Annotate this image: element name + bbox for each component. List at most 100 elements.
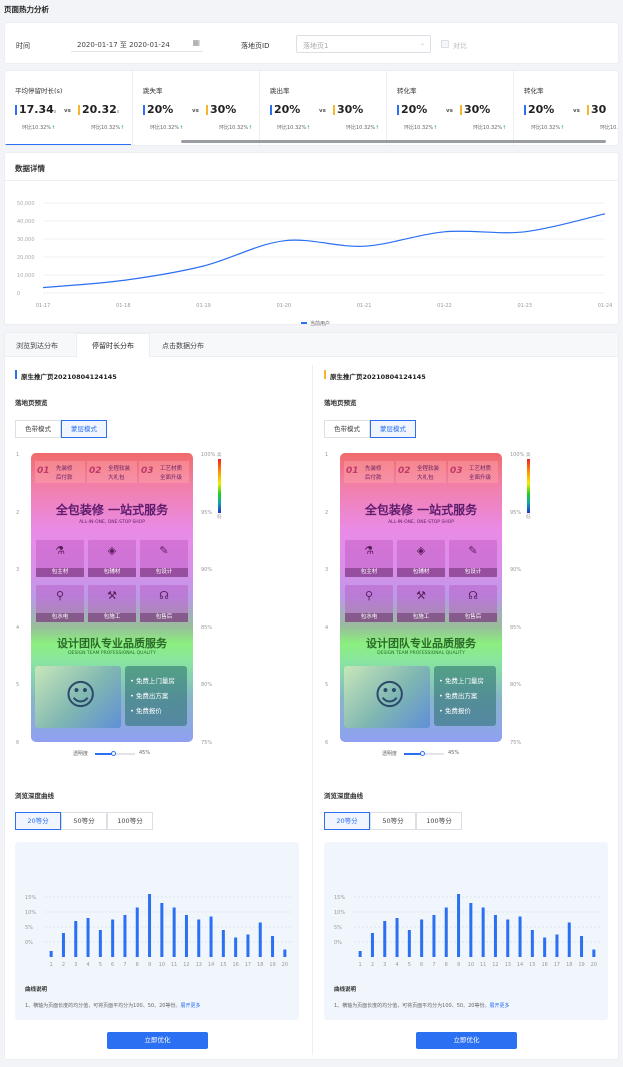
horizontal-scrollbar[interactable] bbox=[181, 140, 606, 143]
service-tile: ☊ 包售后 bbox=[140, 585, 188, 622]
opacity-slider-handle[interactable] bbox=[420, 751, 425, 756]
x-tick-label: 7 bbox=[432, 962, 435, 968]
kpi-vs: vs bbox=[446, 108, 453, 114]
opacity-slider[interactable] bbox=[95, 751, 135, 756]
kpi-card[interactable]: 转化率 20% vs 30% 环比10.32%↑ 环比10.32%↑ bbox=[386, 71, 512, 145]
kpi-current: 20% bbox=[270, 103, 300, 116]
expand-more-link[interactable]: 展开更多 bbox=[489, 1003, 509, 1009]
left-axis-tick: 4 bbox=[325, 624, 329, 631]
service-label: 包施工 bbox=[397, 613, 445, 622]
team-headline: 设计团队专业品质服务 bbox=[57, 637, 167, 650]
perk-text: 免费上门量房 bbox=[135, 677, 175, 685]
right-axis-tick: 90% bbox=[510, 567, 522, 574]
x-tick-label: 14 bbox=[208, 962, 214, 968]
promo-line2: 大礼包 bbox=[417, 475, 434, 481]
service-label: 包水电 bbox=[345, 613, 393, 622]
depth-bar bbox=[493, 915, 497, 957]
time-label: 时间 bbox=[16, 42, 30, 50]
mask-mode-button[interactable]: 蒙层模式 bbox=[61, 420, 107, 438]
split-20-button[interactable]: 20等分 bbox=[324, 812, 370, 830]
mask-mode-button[interactable]: 蒙层模式 bbox=[370, 420, 416, 438]
landing-select[interactable]: 落地页1 ⌄ bbox=[296, 35, 431, 53]
kpi-card[interactable]: 跳失率 20% vs 30% 环比10.32%↑ 环比10.32%↑ bbox=[132, 71, 258, 145]
expand-more-link[interactable]: 展开更多 bbox=[180, 1003, 200, 1009]
kpi-change-compare: 环比10.32%↑ bbox=[219, 124, 252, 131]
promo-badge: 02 全程软装 大礼包 bbox=[87, 461, 137, 483]
date-range-text: 2020-01-17 至 2020-01-24 bbox=[77, 41, 170, 49]
perks-box: • 免费上门量房 • 免费出方案 • 免费报价 bbox=[125, 666, 187, 726]
current-marker bbox=[143, 105, 145, 115]
kpi-current: 20% bbox=[397, 103, 427, 116]
depth-bar bbox=[148, 894, 152, 957]
panel-accent bbox=[324, 370, 326, 379]
compare-checkbox[interactable] bbox=[441, 40, 449, 48]
split-50-button[interactable]: 50等分 bbox=[61, 812, 107, 830]
left-axis-tick: 2 bbox=[325, 509, 329, 516]
band-mode-button[interactable]: 色带模式 bbox=[15, 420, 61, 438]
opacity-slider-handle[interactable] bbox=[111, 751, 116, 756]
legend-high: 高 bbox=[217, 453, 222, 458]
kpi-compare: 20.32s bbox=[78, 103, 119, 116]
kpi-change-text: 环比10.32% bbox=[277, 125, 307, 131]
arrow-up-icon: ↑ bbox=[120, 125, 125, 131]
depth-bar bbox=[111, 919, 115, 957]
split-50-button[interactable]: 50等分 bbox=[370, 812, 416, 830]
x-tick-label: 16 bbox=[232, 962, 238, 968]
optimize-button[interactable]: 立即优化 bbox=[416, 1032, 517, 1049]
x-tick-label: 5 bbox=[408, 962, 411, 968]
kpi-card[interactable]: 跳出率 20% vs 30% 环比10.32%↑ 环比10.32%↑ bbox=[259, 71, 385, 145]
right-axis-tick: 100% bbox=[201, 452, 216, 458]
right-axis-tick: 75% bbox=[201, 740, 213, 746]
service-tile: ⚲ 包水电 bbox=[36, 585, 84, 622]
depth-bar bbox=[580, 936, 584, 957]
kpi-strip: 平均停留时长(s) 17.34s vs 20.32s 环比10.32%↑ 环比1… bbox=[4, 70, 619, 146]
kpi-change-compare: 环比10.32%↑ bbox=[473, 124, 506, 131]
date-range-picker[interactable]: 2020-01-17 至 2020-01-24 ▦ bbox=[71, 36, 203, 52]
y-tick-label: 0% bbox=[334, 940, 342, 946]
filter-bar: 时间 2020-01-17 至 2020-01-24 ▦ 落地页ID 落地页1 … bbox=[4, 22, 619, 64]
x-tick-label: 15 bbox=[220, 962, 226, 968]
team-photo: ☺ bbox=[344, 666, 430, 728]
right-axis-tick: 100% bbox=[510, 452, 525, 458]
optimize-button[interactable]: 立即优化 bbox=[107, 1032, 208, 1049]
band-mode-button[interactable]: 色带模式 bbox=[324, 420, 370, 438]
service-icon: ✎ bbox=[468, 544, 478, 557]
depth-chart-box: 15% 10% 5% 0% 1 2 3 4 5 6 7 8 9 10 11 12 13 14 15 16 17 18 19 2… bbox=[324, 842, 608, 1020]
right-axis-tick: 80% bbox=[201, 682, 213, 689]
left-axis-tick: 5 bbox=[16, 682, 20, 689]
left-axis-tick: 4 bbox=[16, 624, 20, 631]
x-tick-label: 01-24 bbox=[598, 303, 613, 309]
split-100-button[interactable]: 100等分 bbox=[416, 812, 462, 830]
kpi-card[interactable]: 平均停留时长(s) 17.34s vs 20.32s 环比10.32%↑ 环比1… bbox=[5, 71, 131, 145]
x-tick-label: 8 bbox=[445, 962, 448, 968]
opacity-slider[interactable] bbox=[404, 751, 444, 756]
perk-text: 免费出方案 bbox=[135, 692, 169, 700]
x-tick-label: 01-17 bbox=[36, 303, 51, 309]
kpi-change-compare: 环比10.↑ bbox=[600, 124, 618, 131]
left-axis-tick: 6 bbox=[16, 740, 20, 746]
split-100-button[interactable]: 100等分 bbox=[107, 812, 153, 830]
chevron-down-icon: ⌄ bbox=[419, 40, 425, 47]
promo-num: 01 bbox=[346, 466, 359, 476]
promo-badge: 03 工艺材质 全面升级 bbox=[139, 461, 189, 483]
calendar-icon[interactable]: ▦ bbox=[192, 38, 200, 47]
detail-line-chart: 50,000 40,000 30,000 20,000 10,000 0 01-17 01-1… bbox=[17, 201, 613, 327]
legend-label: 当前用户 bbox=[310, 320, 330, 327]
perk-item: • 免费报价 bbox=[130, 707, 162, 715]
promo-line2: 后付款 bbox=[365, 475, 382, 481]
x-tick-label: 19 bbox=[269, 962, 275, 968]
kpi-current: 20% bbox=[143, 103, 173, 116]
kpi-card[interactable]: 转化率 20% vs 30 环比10.32%↑ 环比10.↑ bbox=[513, 71, 618, 145]
x-tick-label: 13 bbox=[196, 962, 202, 968]
x-tick-label: 01-19 bbox=[196, 303, 211, 309]
note-body: 1、横轴为页面长度的均分值，可将页面平均分为100、50、20等份。 bbox=[25, 1003, 181, 1009]
kpi-vs: vs bbox=[192, 108, 199, 114]
preview-title: 落地页预览 bbox=[15, 399, 48, 407]
x-tick-label: 17 bbox=[245, 962, 251, 968]
kpi-vs: vs bbox=[319, 108, 326, 114]
promo-line1: 先装修 bbox=[365, 466, 382, 472]
x-tick-label: 6 bbox=[111, 962, 114, 968]
service-icon: ⚲ bbox=[364, 589, 374, 602]
split-20-button[interactable]: 20等分 bbox=[15, 812, 61, 830]
perk-item: • 免费上门量房 bbox=[130, 677, 175, 685]
